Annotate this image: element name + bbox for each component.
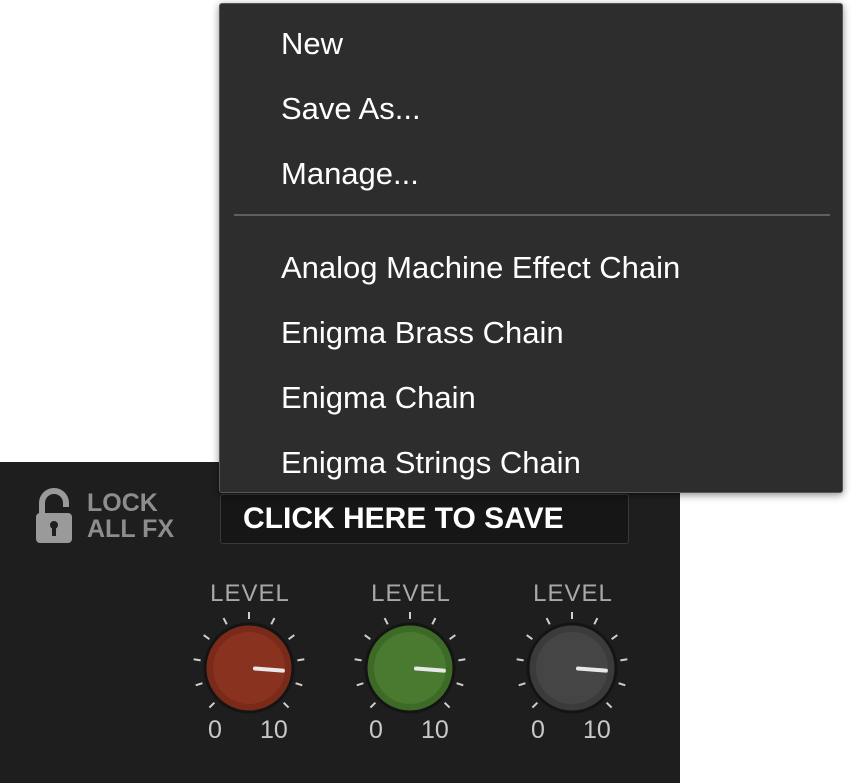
lock-label-line1: LOCK bbox=[87, 489, 158, 517]
knob-tick bbox=[449, 634, 456, 641]
knob-tick bbox=[295, 682, 303, 687]
knob-tick bbox=[545, 617, 551, 625]
knob-min-label: 0 bbox=[531, 716, 545, 744]
knob-tick bbox=[531, 701, 539, 709]
knob-tick bbox=[458, 658, 466, 662]
preset-dropdown-menu: New Save As... Manage... Analog Machine … bbox=[219, 3, 843, 493]
knob-tick bbox=[611, 634, 618, 641]
knob-tick bbox=[208, 701, 216, 709]
knob-tick bbox=[605, 701, 613, 709]
knob-pointer bbox=[575, 666, 608, 673]
knob-tick bbox=[443, 701, 451, 709]
knob-tick bbox=[456, 682, 464, 687]
knob-max-label: 10 bbox=[260, 716, 288, 744]
menu-item-preset[interactable]: Analog Machine Effect Chain bbox=[281, 246, 680, 290]
lock-all-fx-label: LOCK ALL FX bbox=[87, 490, 197, 542]
menu-item-preset[interactable]: Enigma Brass Chain bbox=[281, 311, 564, 355]
level-knob-red[interactable]: LEVEL 0 10 bbox=[190, 580, 310, 744]
unlocked-padlock-icon bbox=[36, 488, 72, 543]
level-knob-gray[interactable]: LEVEL 0 10 bbox=[513, 580, 633, 744]
knob-tick bbox=[356, 682, 364, 687]
knob-label: LEVEL bbox=[533, 580, 613, 607]
knob-pointer bbox=[413, 666, 446, 673]
knob-label: LEVEL bbox=[210, 580, 290, 607]
menu-divider bbox=[234, 214, 830, 216]
knob-tick bbox=[288, 634, 295, 641]
knob-tick bbox=[431, 617, 437, 625]
knob-dial bbox=[193, 612, 305, 714]
knob-max-label: 10 bbox=[583, 716, 611, 744]
knob-dial bbox=[354, 612, 466, 714]
save-preset-button[interactable]: CLICK HERE TO SAVE bbox=[220, 494, 629, 544]
knob-tick bbox=[620, 658, 628, 662]
menu-item-new[interactable]: New bbox=[281, 22, 343, 66]
knob-tick bbox=[526, 634, 533, 641]
knob-tick bbox=[369, 701, 377, 709]
knob-tick bbox=[383, 617, 389, 625]
menu-item-manage[interactable]: Manage... bbox=[281, 152, 419, 196]
knob-tick bbox=[222, 617, 228, 625]
knob-tick bbox=[618, 682, 626, 687]
lock-all-fx-toggle[interactable] bbox=[34, 487, 74, 547]
knob-label: LEVEL bbox=[371, 580, 451, 607]
menu-item-preset[interactable]: Enigma Strings Chain bbox=[281, 441, 581, 485]
knob-tick bbox=[364, 634, 371, 641]
knob-tick bbox=[203, 634, 210, 641]
lock-label-line2: ALL FX bbox=[87, 515, 175, 543]
knob-tick bbox=[270, 617, 276, 625]
knob-tick bbox=[593, 617, 599, 625]
knob-tick bbox=[516, 658, 524, 662]
knob-tick bbox=[282, 701, 290, 709]
menu-item-save-as[interactable]: Save As... bbox=[281, 87, 421, 131]
knob-min-label: 0 bbox=[208, 716, 222, 744]
knob-tick bbox=[518, 682, 526, 687]
knob-pointer bbox=[252, 666, 285, 673]
knob-tick bbox=[297, 658, 305, 662]
knob-tick bbox=[354, 658, 362, 662]
level-knob-green[interactable]: LEVEL 0 10 bbox=[351, 580, 471, 744]
knob-max-label: 10 bbox=[421, 716, 449, 744]
knob-tick bbox=[195, 682, 203, 687]
knob-min-label: 0 bbox=[369, 716, 383, 744]
knob-tick bbox=[193, 658, 201, 662]
menu-item-preset[interactable]: Enigma Chain bbox=[281, 376, 476, 420]
knob-dial bbox=[516, 612, 628, 714]
